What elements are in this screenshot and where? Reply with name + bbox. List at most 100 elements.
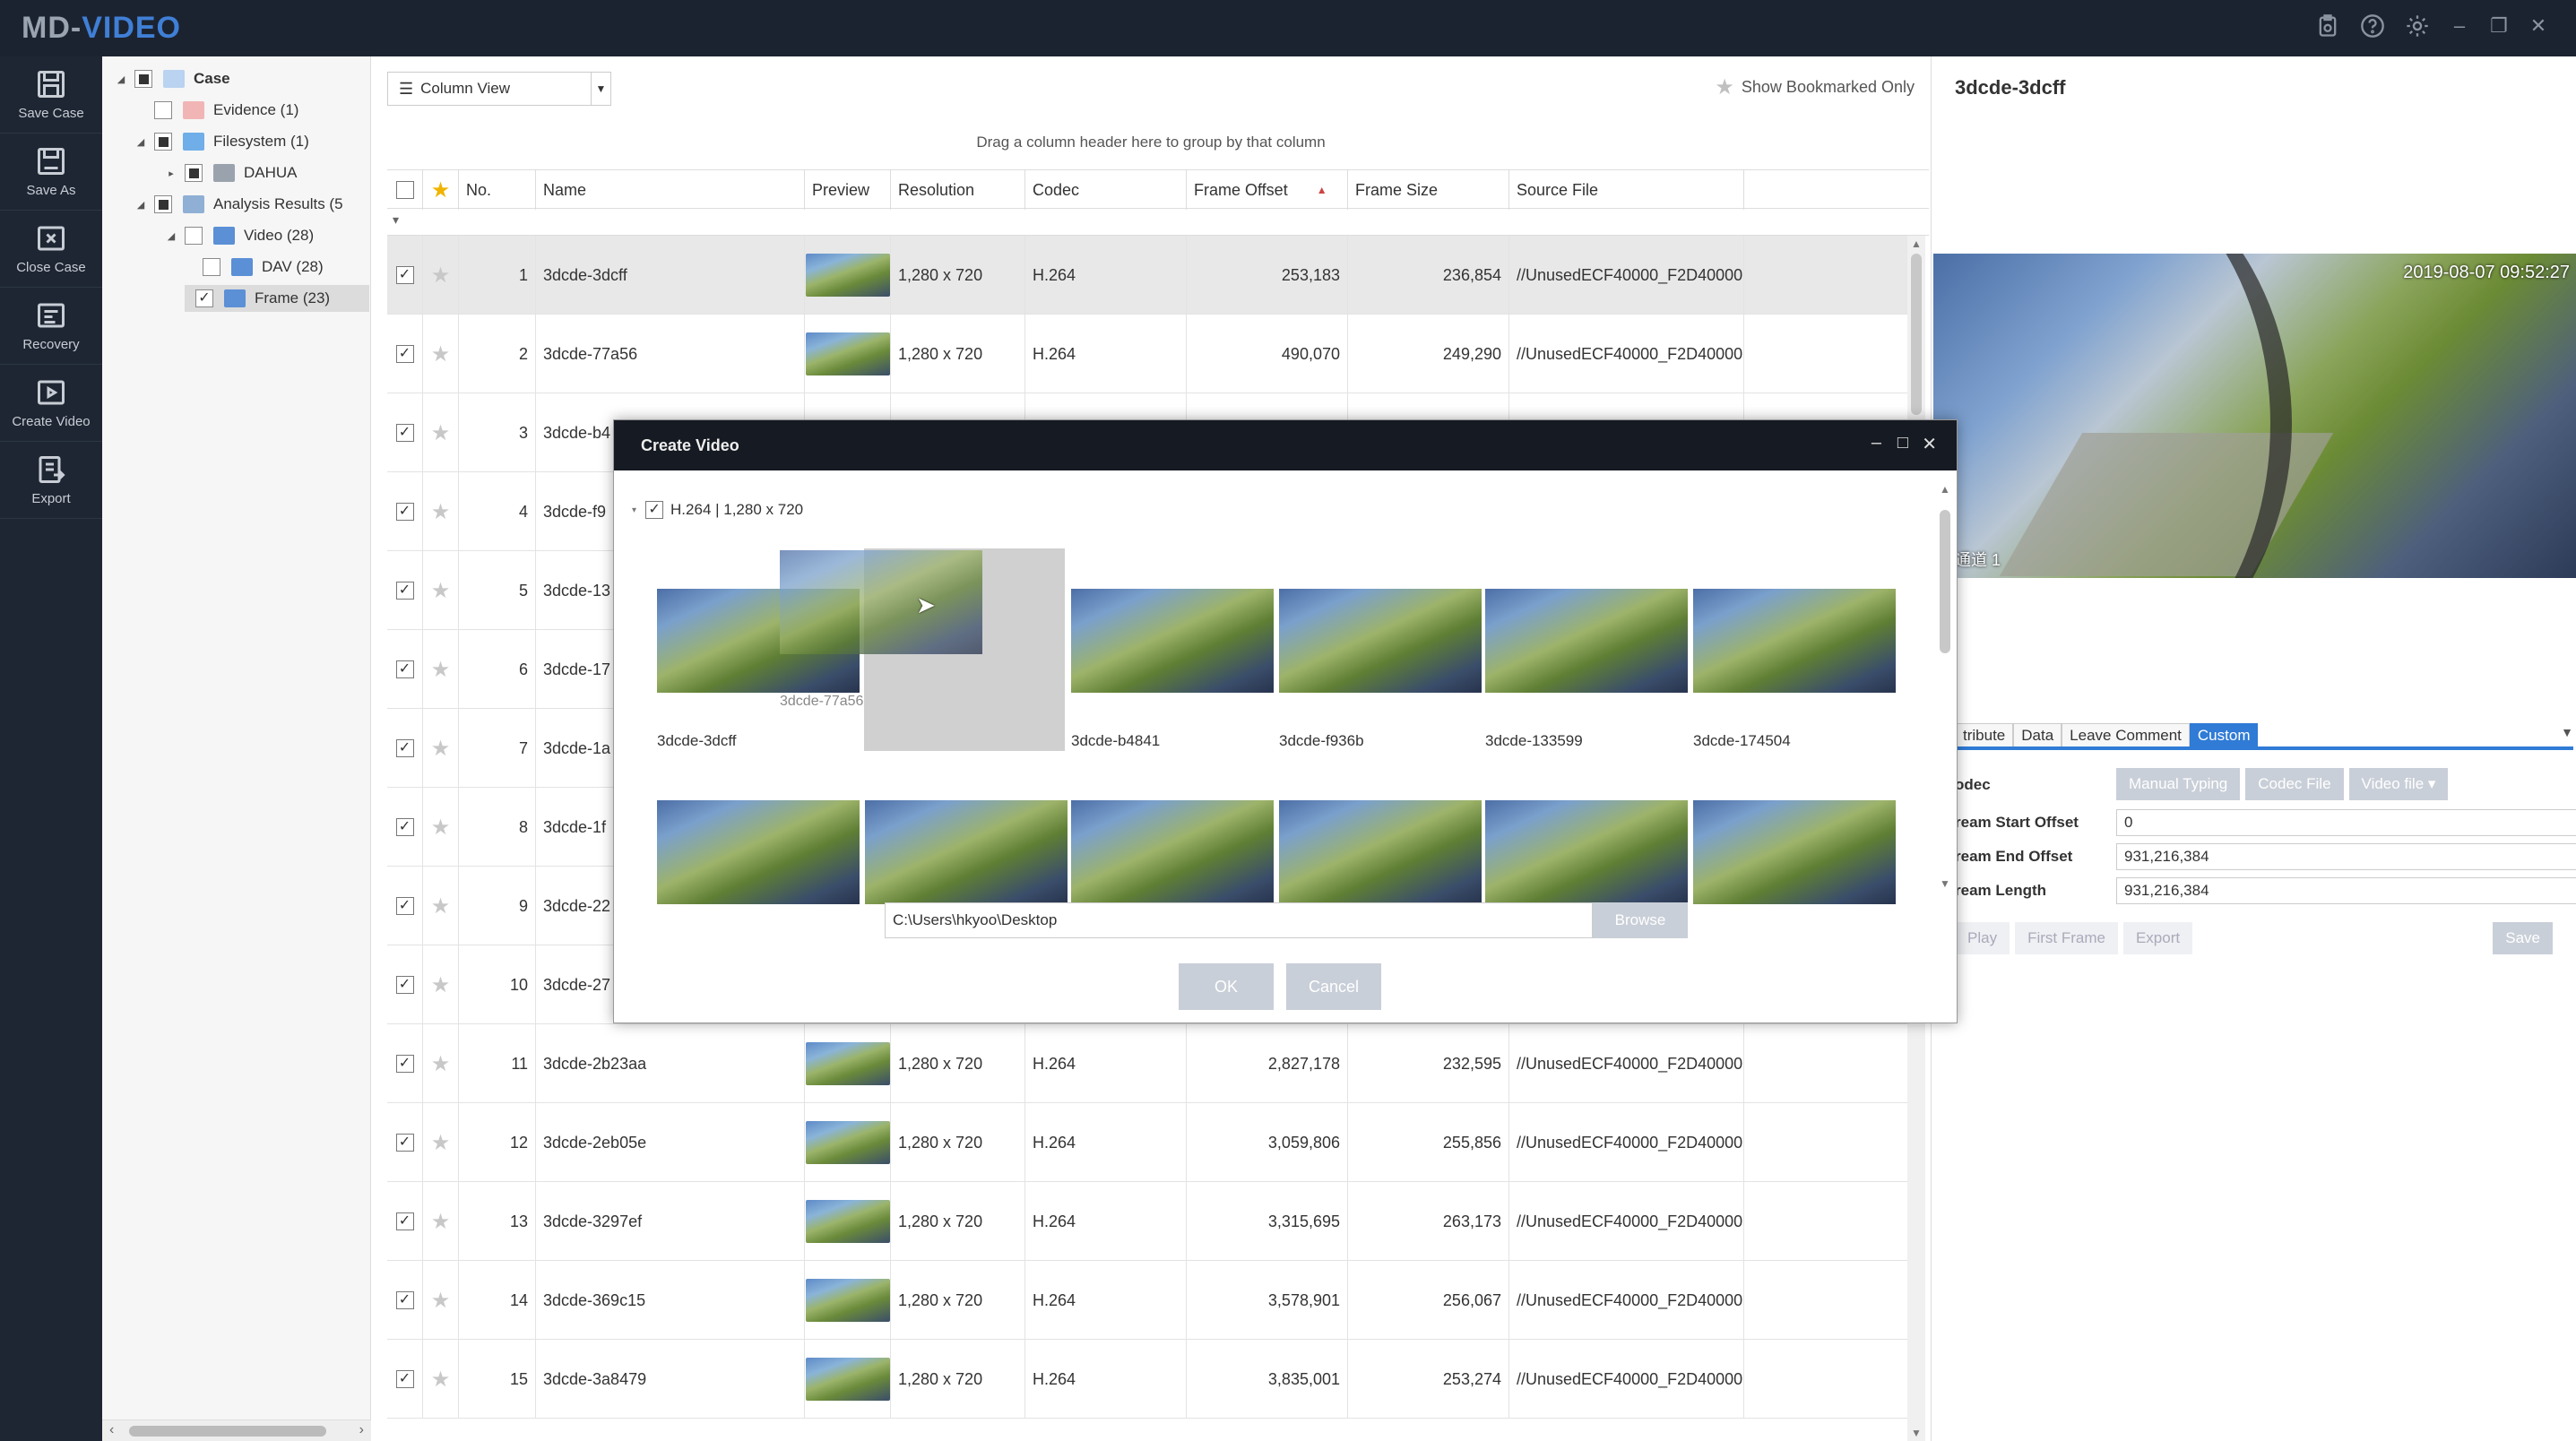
export-frame-button[interactable]: Export: [2122, 922, 2193, 954]
ok-button[interactable]: OK: [1179, 963, 1274, 1010]
tree-checkbox[interactable]: [134, 70, 152, 88]
star-icon[interactable]: ★: [431, 1051, 451, 1077]
frame-thumbnail[interactable]: [1485, 800, 1688, 904]
row-checkbox-cell[interactable]: ✓: [387, 867, 423, 945]
star-icon[interactable]: ★: [431, 1288, 451, 1314]
row-checkbox-cell[interactable]: ✓: [387, 1340, 423, 1419]
row-checkbox-cell[interactable]: ✓: [387, 1024, 423, 1103]
filter-icon[interactable]: ▾: [393, 212, 399, 228]
row-bookmark-cell[interactable]: ★: [423, 551, 459, 630]
row-checkbox-cell[interactable]: ✓: [387, 393, 423, 472]
stream-length-field[interactable]: 931,216,384: [2116, 877, 2576, 904]
row-bookmark-cell[interactable]: ★: [423, 630, 459, 709]
column-header-name[interactable]: Name: [536, 170, 805, 210]
group-checkbox[interactable]: ✓: [645, 501, 664, 519]
tree-horizontal-scrollbar[interactable]: ‹ ›: [102, 1419, 371, 1441]
column-header-frame-offset[interactable]: Frame Offset ▲: [1187, 170, 1348, 210]
close-icon[interactable]: ✕: [2528, 14, 2549, 38]
stream-start-offset-field[interactable]: 0: [2116, 809, 2576, 836]
row-bookmark-cell[interactable]: ★: [423, 1024, 459, 1103]
star-icon[interactable]: ★: [431, 341, 451, 367]
close-case-button[interactable]: Close Case: [0, 211, 102, 288]
row-bookmark-cell[interactable]: ★: [423, 236, 459, 315]
restore-icon[interactable]: ❐: [2488, 14, 2510, 38]
row-checkbox-cell[interactable]: ✓: [387, 1261, 423, 1340]
codec-group[interactable]: ▾ ✓ H.264 | 1,280 x 720: [632, 501, 803, 519]
star-icon[interactable]: ★: [431, 893, 451, 919]
row-checkbox-cell[interactable]: ✓: [387, 709, 423, 788]
tree-checkbox[interactable]: [185, 227, 203, 245]
chevron-down-icon[interactable]: ▼: [591, 73, 610, 105]
row-checkbox[interactable]: ✓: [395, 503, 414, 521]
export-button[interactable]: Export: [0, 442, 102, 519]
tree-checkbox[interactable]: [195, 289, 213, 307]
tab-leave-comment[interactable]: Leave Comment: [2062, 723, 2190, 746]
tree-item-evidence[interactable]: Evidence (1): [134, 97, 298, 124]
row-checkbox-cell[interactable]: ✓: [387, 1103, 423, 1182]
create-video-button[interactable]: Create Video: [0, 365, 102, 442]
tree-item-frame[interactable]: Frame (23): [185, 285, 369, 312]
scroll-thumb[interactable]: [1940, 510, 1950, 653]
star-icon[interactable]: ★: [431, 1367, 451, 1393]
table-row[interactable]: ✓ ★ 15 3dcde-3a8479 1,280 x 720 H.264 3,835,00…: [387, 1340, 1911, 1419]
tab-custom[interactable]: Custom: [2189, 723, 2259, 746]
scroll-up-icon[interactable]: ▲: [1911, 237, 1922, 250]
column-header-frame-size[interactable]: Frame Size: [1348, 170, 1509, 210]
frame-thumbnail[interactable]: [1279, 589, 1482, 693]
row-checkbox[interactable]: ✓: [395, 1212, 414, 1230]
row-checkbox[interactable]: ✓: [395, 739, 414, 757]
minimize-icon[interactable]: –: [2449, 14, 2470, 38]
star-icon[interactable]: ★: [431, 1209, 451, 1235]
tree-item-filesystem[interactable]: ◢ Filesystem (1): [134, 128, 309, 155]
select-all-checkbox-cell[interactable]: [387, 170, 423, 210]
tree-item-analysis-results[interactable]: ◢ Analysis Results (5: [134, 191, 343, 218]
row-bookmark-cell[interactable]: ★: [423, 1340, 459, 1419]
codec-file-button[interactable]: Codec File: [2245, 768, 2344, 800]
play-button[interactable]: Play: [1955, 922, 2010, 954]
tree-checkbox[interactable]: [203, 258, 220, 276]
row-bookmark-cell[interactable]: ★: [423, 1103, 459, 1182]
output-path-input[interactable]: C:\Users\hkyoo\Desktop: [885, 902, 1593, 938]
recovery-button[interactable]: Recovery: [0, 288, 102, 365]
collapse-icon[interactable]: ◢: [165, 230, 177, 242]
tree-checkbox[interactable]: [154, 133, 172, 151]
star-icon[interactable]: ★: [431, 815, 451, 841]
row-checkbox[interactable]: ✓: [395, 424, 414, 442]
row-bookmark-cell[interactable]: ★: [423, 472, 459, 551]
table-row[interactable]: ✓ ★ 11 3dcde-2b23aa 1,280 x 720 H.264 2,827,17…: [387, 1024, 1911, 1103]
frame-thumbnail[interactable]: [1071, 800, 1274, 904]
scroll-down-icon[interactable]: ▼: [1911, 1427, 1922, 1439]
filter-row[interactable]: ▾: [387, 209, 1929, 236]
maximize-icon[interactable]: □: [1897, 433, 1908, 453]
video-file-button[interactable]: Video file ▾: [2348, 768, 2449, 800]
close-icon[interactable]: ✕: [1922, 433, 1937, 455]
gear-icon[interactable]: [2404, 13, 2431, 39]
scroll-right-icon[interactable]: ›: [359, 1422, 364, 1438]
column-header-preview[interactable]: Preview: [805, 170, 891, 210]
tree-item-case[interactable]: ◢ Case: [115, 65, 230, 92]
expand-icon[interactable]: ▸: [165, 168, 177, 179]
dialog-scrollbar[interactable]: ▲ ▼: [1937, 483, 1953, 890]
stream-end-offset-field[interactable]: 931,216,384: [2116, 843, 2576, 870]
row-bookmark-cell[interactable]: ★: [423, 788, 459, 867]
browse-button[interactable]: Browse: [1593, 902, 1688, 938]
tree-checkbox[interactable]: [185, 164, 203, 182]
scroll-down-icon[interactable]: ▼: [1940, 877, 1950, 890]
column-header-codec[interactable]: Codec: [1025, 170, 1187, 210]
row-checkbox-cell[interactable]: ✓: [387, 945, 423, 1024]
star-icon[interactable]: ★: [431, 578, 451, 604]
frame-thumbnail[interactable]: [1693, 589, 1896, 693]
clipboard-icon[interactable]: [2314, 13, 2341, 39]
star-icon[interactable]: ★: [431, 1130, 451, 1156]
star-icon[interactable]: ★: [431, 499, 451, 525]
row-checkbox-cell[interactable]: ✓: [387, 315, 423, 393]
tab-attribute[interactable]: tribute: [1955, 723, 2014, 746]
bookmark-column-header[interactable]: ★: [423, 170, 459, 210]
scroll-thumb[interactable]: [1911, 254, 1922, 415]
tab-data[interactable]: Data: [2013, 723, 2062, 746]
table-row[interactable]: ✓ ★ 12 3dcde-2eb05e 1,280 x 720 H.264 3,059,80…: [387, 1103, 1911, 1182]
save-button[interactable]: Save: [2493, 922, 2553, 954]
row-bookmark-cell[interactable]: ★: [423, 709, 459, 788]
frame-thumbnail[interactable]: [865, 800, 1068, 904]
row-checkbox[interactable]: ✓: [395, 582, 414, 600]
